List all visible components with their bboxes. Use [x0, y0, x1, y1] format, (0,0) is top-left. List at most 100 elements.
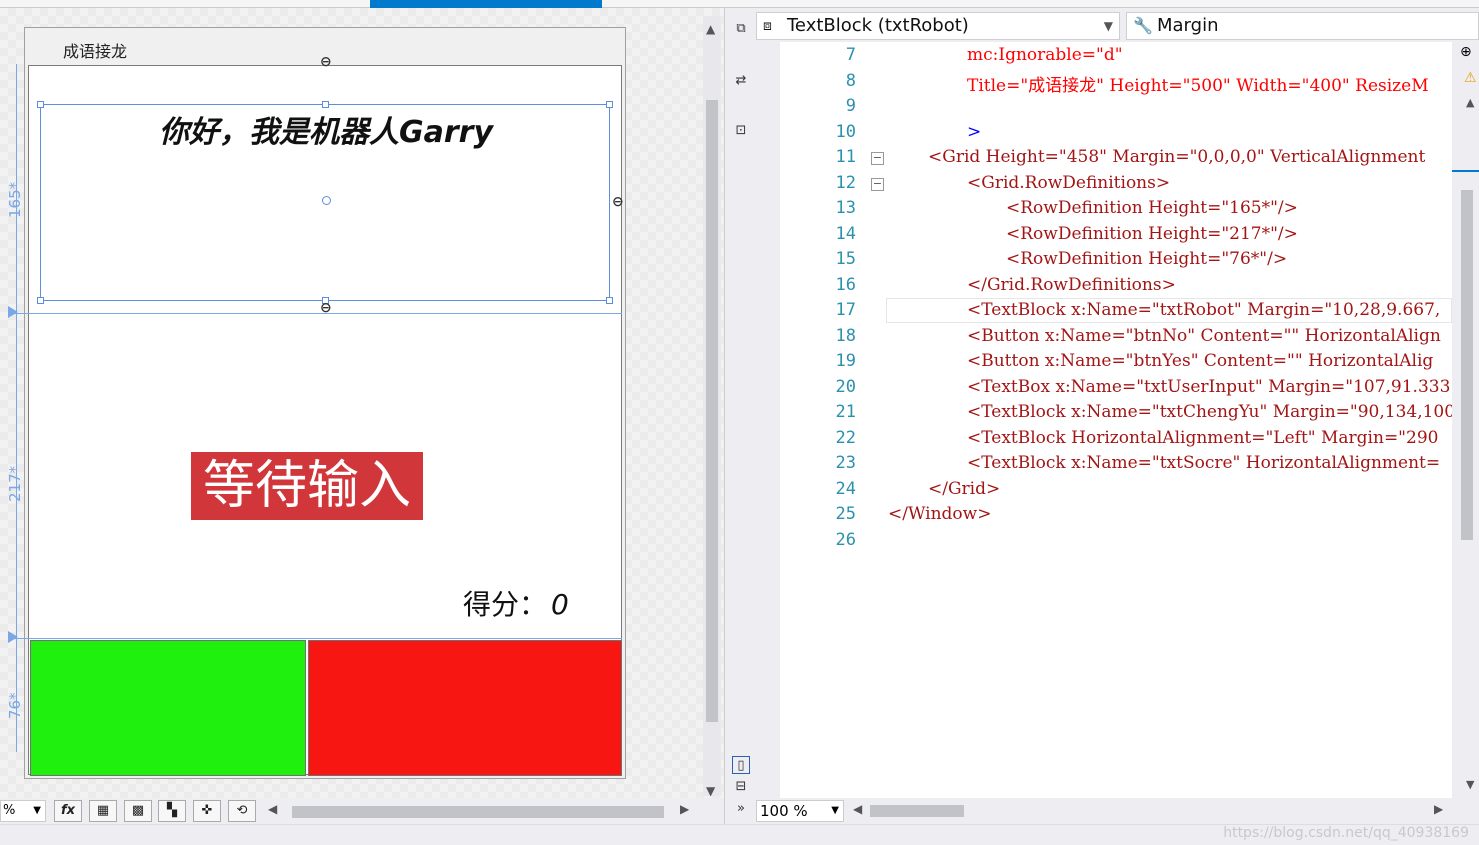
code-line-13: <RowDefinition Height="165*"/>	[1006, 198, 1298, 218]
line-number: 15	[835, 249, 856, 269]
resize-handle[interactable]	[322, 101, 329, 108]
line-number: 11	[835, 147, 856, 167]
refresh-design-icon[interactable]: ⟲	[228, 800, 256, 822]
code-line-7: mc:Ignorable="d"	[967, 45, 1123, 65]
code-line-11: <Grid Height="458" Margin="0,0,0,0" Vert…	[928, 147, 1426, 167]
code-line-17: <TextBlock x:Name="txtRobot" Margin="10,…	[967, 300, 1441, 320]
ide-root: 成语接龙 165* 217* 76* 你好，我是机器人Garry ⊖ ⊖ ⊖ 等…	[0, 0, 1479, 845]
margin-anchor-icon[interactable]: ⊖	[320, 54, 332, 70]
element-icon: ⧈	[763, 18, 772, 34]
xaml-view-icon[interactable]: ⊟	[732, 778, 750, 796]
line-number: 10	[835, 122, 856, 142]
scroll-right-icon[interactable]: ▶	[1434, 802, 1443, 816]
chengyu-textblock: 等待输入	[191, 452, 423, 520]
line-number: 22	[835, 428, 856, 448]
designer-zoom-select[interactable]: % ▼	[0, 800, 46, 822]
center-handle[interactable]	[322, 196, 331, 205]
code-line-21: <TextBlock x:Name="txtChengYu" Margin="9…	[967, 402, 1452, 422]
score-textblock: 得分： 0	[463, 583, 569, 623]
code-line-24: </Grid>	[928, 479, 1001, 499]
fold-toggle-icon[interactable]: −	[871, 178, 884, 191]
resize-handle[interactable]	[37, 101, 44, 108]
txtRobot-selection[interactable]: 你好，我是机器人Garry	[37, 101, 613, 304]
resize-handle[interactable]	[37, 297, 44, 304]
element-selector-dropdown[interactable]: ⧈ TextBlock (txtRobot) ▼	[756, 12, 1120, 40]
code-line-15: <RowDefinition Height="76*"/>	[1006, 249, 1288, 269]
line-number: 17	[835, 300, 856, 320]
watermark-text: https://blog.csdn.net/qq_40938169	[1223, 825, 1469, 841]
editor-zoom-select[interactable]: 100 % ▼	[756, 800, 844, 822]
property-selector-dropdown[interactable]: 🔧 Margin	[1126, 12, 1479, 40]
collapse-pane-icon[interactable]: ⊡	[732, 122, 750, 140]
scroll-up-icon[interactable]: ▲	[706, 22, 715, 36]
row-label-2: 217*	[6, 465, 24, 502]
scroll-right-icon[interactable]: ▶	[680, 802, 689, 816]
designer-vertical-scrollbar[interactable]: ▲ ▼	[703, 16, 721, 798]
scroll-left-icon[interactable]: ◀	[853, 802, 862, 816]
btnYes-button[interactable]	[30, 640, 306, 776]
xaml-code-editor[interactable]: 7 8 9 10 11 12 13 14 15 16 17 18 19 20 2…	[780, 42, 1452, 798]
editor-vertical-scrollbar[interactable]: ⊕ ⚠ ▲ ▼	[1452, 42, 1479, 798]
design-view-icon[interactable]: ▯	[732, 756, 750, 774]
line-number: 24	[835, 479, 856, 499]
line-number: 20	[835, 377, 856, 397]
line-number: 19	[835, 351, 856, 371]
scroll-thumb[interactable]	[706, 100, 718, 722]
line-number: 14	[835, 224, 856, 244]
line-number: 26	[835, 530, 856, 550]
expand-pane-icon[interactable]: »	[732, 800, 750, 818]
scroll-down-icon[interactable]: ▼	[706, 784, 715, 798]
line-number: 13	[835, 198, 856, 218]
designer-toolbar: % ▼ fx ▦ ▩ ▚ ✜ ⟲ ◀ ▶	[0, 798, 724, 824]
code-line-25: </Window>	[888, 504, 992, 524]
line-number: 23	[835, 453, 856, 473]
editor-bottom-bar: 100 % ▼ ◀ ▶	[756, 798, 1479, 824]
fold-toggle-icon[interactable]: −	[871, 152, 884, 165]
code-line-20: <TextBox x:Name="txtUserInput" Margin="1…	[967, 377, 1451, 397]
scroll-down-icon[interactable]: ▼	[1466, 778, 1474, 791]
scroll-thumb[interactable]	[1461, 190, 1473, 540]
row-splitter-marker[interactable]	[8, 631, 18, 643]
document-tab-strip	[0, 0, 1479, 8]
row-label-3: 76*	[6, 692, 24, 719]
grid-icon[interactable]: ▦	[89, 800, 117, 822]
warning-icon[interactable]: ⚠	[1464, 70, 1477, 86]
active-document-tab[interactable]	[370, 0, 602, 8]
row-divider[interactable]	[10, 638, 622, 639]
editor-navigation-bar: ⧈ TextBlock (txtRobot) ▼ 🔧 Margin	[756, 12, 1479, 42]
line-number: 25	[835, 504, 856, 524]
snap-lines-icon[interactable]: ✜	[193, 800, 221, 822]
chevron-down-icon: ▼	[1103, 19, 1113, 33]
code-line-12: <Grid.RowDefinitions>	[967, 173, 1171, 193]
btnNo-button[interactable]	[308, 640, 622, 776]
checker-background-icon[interactable]: ▚	[158, 800, 186, 822]
resize-handle[interactable]	[606, 101, 613, 108]
margin-anchor-icon[interactable]: ⊖	[320, 300, 332, 316]
vertical-split-icon[interactable]: ⇄	[732, 72, 750, 90]
line-number: 18	[835, 326, 856, 346]
code-line-16: </Grid.RowDefinitions>	[967, 275, 1176, 295]
snap-grid-icon[interactable]: ▩	[124, 800, 152, 822]
swap-panes-icon[interactable]: ⧉	[732, 20, 750, 38]
row-divider[interactable]	[10, 313, 622, 314]
line-number: 8	[845, 71, 856, 91]
scroll-up-icon[interactable]: ▲	[1466, 96, 1474, 109]
line-number: 9	[845, 96, 856, 116]
xaml-designer[interactable]: 成语接龙 165* 217* 76* 你好，我是机器人Garry ⊖ ⊖ ⊖ 等…	[0, 8, 724, 798]
fx-toggle-button[interactable]: fx	[54, 800, 82, 822]
resize-handle[interactable]	[606, 297, 613, 304]
designer-horizontal-scroll-thumb[interactable]	[292, 806, 664, 818]
line-number: 7	[845, 45, 856, 65]
margin-anchor-icon[interactable]: ⊖	[612, 194, 624, 210]
code-line-10: >	[967, 122, 982, 142]
code-line-14: <RowDefinition Height="217*"/>	[1006, 224, 1298, 244]
line-number-gutter: 7 8 9 10 11 12 13 14 15 16 17 18 19 20 2…	[780, 42, 884, 798]
split-editor-icon[interactable]: ⊕	[1460, 44, 1472, 60]
row-splitter-marker[interactable]	[8, 306, 18, 318]
code-line-22: <TextBlock HorizontalAlignment="Left" Ma…	[967, 428, 1439, 448]
scroll-left-icon[interactable]: ◀	[268, 802, 277, 816]
robot-textblock: 你好，我是机器人Garry	[158, 115, 493, 150]
score-value: 0	[551, 588, 569, 621]
editor-horizontal-scroll-thumb[interactable]	[870, 805, 964, 817]
line-number: 16	[835, 275, 856, 295]
